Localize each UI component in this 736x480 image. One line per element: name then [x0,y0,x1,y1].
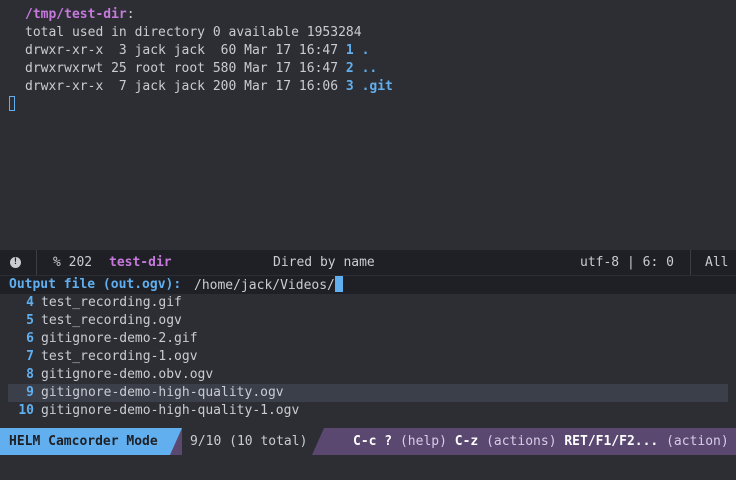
dired-entry-name[interactable]: .git [362,79,393,94]
helm-candidate[interactable]: 7 test_recording-1.ogv [8,348,728,366]
candidate-name[interactable]: gitignore-demo-high-quality.ogv [41,385,284,400]
candidate-number: 7 [26,349,34,364]
dired-entry[interactable]: drwxr-xr-x 7 jack jack 200 Mar 17 16:06 … [25,78,393,96]
candidate-name[interactable]: test_recording.ogv [41,313,182,328]
helm-candidate-selected[interactable]: 9 gitignore-demo-high-quality.ogv [8,384,728,402]
candidate-name[interactable]: gitignore-demo.obv.ogv [41,367,213,382]
text-cursor [9,96,15,111]
candidate-name[interactable]: gitignore-demo-high-quality-1.ogv [41,403,299,418]
helm-candidate[interactable]: 6 gitignore-demo-2.gif [8,330,728,348]
key-action: RET/F1/F2... [564,434,659,449]
output-file-value[interactable]: /home/jack/Videos/ [194,278,335,293]
dired-header-colon: : [126,7,135,22]
helm-candidate-count: 9/10 (10 total) [182,428,312,455]
powerline-separator [170,428,182,455]
helm-key-hints: C-c ? (help) C-z (actions) RET/F1/F2... … [353,428,729,455]
dired-entry-num: 2 [345,61,354,76]
dired-buffer: /tmp/test-dir: total used in directory 0… [0,0,736,246]
key-help-desc: (help) [392,434,455,449]
helm-candidate[interactable]: 8 gitignore-demo.obv.ogv [8,366,728,384]
prompt-label: Output file (out.ogv): [9,277,182,292]
key-actions-desc: (actions) [478,434,565,449]
dired-entry-info: drwxr-xr-x 7 jack jack 200 Mar 17 16:06 [25,79,339,94]
candidate-number: 4 [26,295,34,310]
dired-entry-name[interactable]: . [362,43,370,58]
dired-header: /tmp/test-dir: [25,6,135,24]
powerline-separator [312,428,324,455]
candidate-number: 10 [18,403,34,418]
helm-mode-line: HELM Camcorder Mode 9/10 (10 total) C-c … [0,428,736,455]
major-mode[interactable]: Dired by name [273,250,375,275]
helm-candidate[interactable]: 5 test_recording.ogv [8,312,728,330]
output-file-input[interactable]: /home/jack/Videos/ [194,276,343,295]
dired-entry-info: drwxr-xr-x 3 jack jack 60 Mar 17 16:47 [25,43,339,58]
mode-line-divider [36,250,37,275]
buffer-position: % 202 [53,255,93,270]
helm-candidate[interactable]: 10 gitignore-demo-high-quality-1.ogv [8,402,728,420]
dired-entry-name[interactable]: .. [362,61,378,76]
helm-candidate-list: 4 test_recording.gif 5 test_recording.ogv … [0,294,736,424]
warning-icon[interactable]: ! [10,257,21,268]
key-help: C-c ? [353,434,393,449]
candidate-number: 6 [26,331,34,346]
candidate-name[interactable]: test_recording.gif [41,295,182,310]
candidate-name[interactable]: test_recording-1.ogv [41,349,198,364]
key-action-desc: (action) [658,434,729,449]
buffer-name[interactable]: test-dir [109,250,172,275]
dired-total-line: total used in directory 0 available 1953… [25,25,362,40]
dired-entry-info: drwxrwxrwt 25 root root 580 Mar 17 16:47 [25,61,339,76]
candidate-number: 8 [26,367,34,382]
candidate-number: 9 [26,385,34,400]
dired-entry[interactable]: drwxrwxrwt 25 root root 580 Mar 17 16:47… [25,60,377,78]
candidate-name[interactable]: gitignore-demo-2.gif [41,331,198,346]
helm-mode-name: HELM Camcorder Mode [0,428,170,455]
dired-entry-num: 1 [345,43,354,58]
echo-area [0,455,736,480]
minibuffer-prompt: Output file (out.ogv): /home/jack/Videos… [0,276,736,294]
dired-entry-num: 3 [345,79,354,94]
scroll-indicator: All [705,255,729,270]
mode-line-divider [690,250,691,275]
input-cursor [334,276,343,292]
dired-path[interactable]: /tmp/test-dir [25,7,127,22]
helm-candidate[interactable]: 4 test_recording.gif [8,294,728,312]
key-actions: C-z [454,434,479,449]
mode-line: ! % 202 test-dir Dired by name utf-8 | 6… [0,250,736,275]
dired-entry[interactable]: drwxr-xr-x 3 jack jack 60 Mar 17 16:47 1… [25,42,369,60]
candidate-number: 5 [26,313,34,328]
encoding-info[interactable]: utf-8 | 6: 0 [580,250,674,275]
